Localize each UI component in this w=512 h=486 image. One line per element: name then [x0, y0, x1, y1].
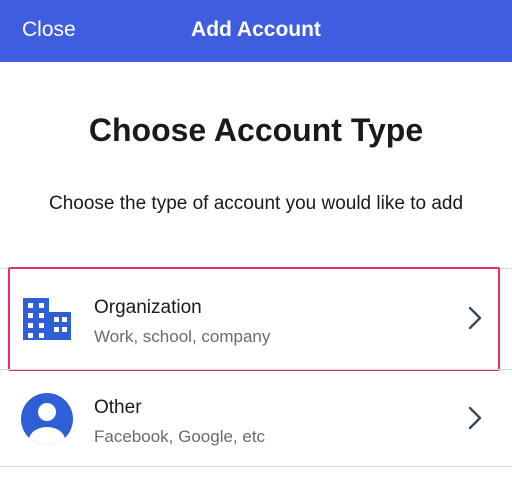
- nav-title: Add Account: [191, 18, 321, 41]
- account-type-label: Other: [94, 397, 142, 418]
- building-icon: [20, 292, 74, 346]
- account-type-description: Facebook, Google, etc: [94, 427, 266, 446]
- top-nav-bar: Close Add Account: [0, 0, 512, 62]
- account-type-organization[interactable]: Organization Work, school, company: [0, 270, 512, 367]
- chevron-right-icon: [468, 306, 482, 330]
- divider: [0, 268, 512, 269]
- page-title: Choose Account Type: [88, 112, 424, 148]
- account-type-other[interactable]: Other Facebook, Google, etc: [0, 370, 512, 467]
- page-subtitle: Choose the type of account you would lik…: [48, 193, 464, 214]
- person-avatar-icon: [20, 392, 74, 446]
- divider: [0, 466, 512, 467]
- account-type-description: Work, school, company: [94, 327, 271, 346]
- account-type-label: Organization: [94, 297, 202, 318]
- chevron-right-icon: [468, 406, 482, 430]
